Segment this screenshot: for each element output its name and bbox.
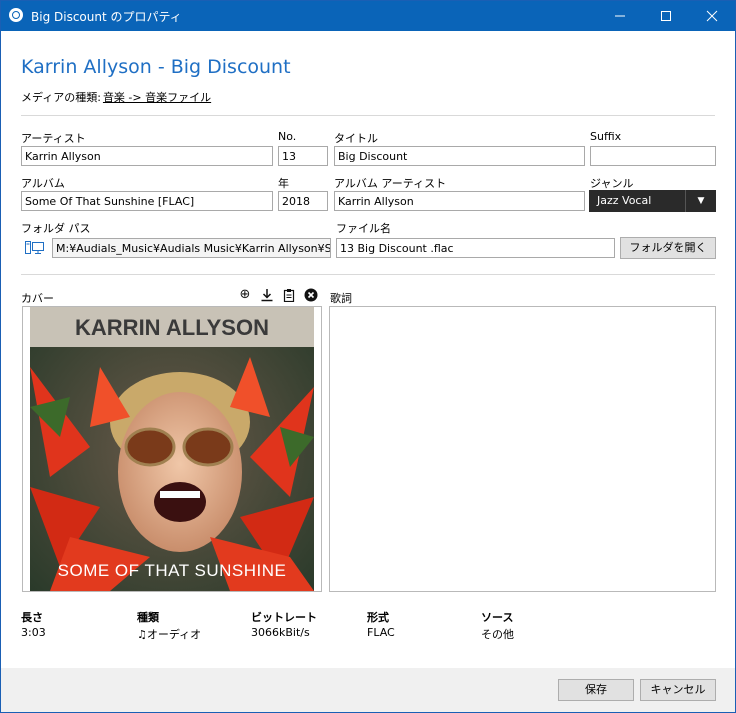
cover-album-text: SOME OF THAT SUNSHINE bbox=[58, 561, 287, 580]
window-title: Big Discount のプロパティ bbox=[31, 10, 182, 24]
folder-path-field[interactable]: M:¥Audials_Music¥Audials Music¥Karrin Al… bbox=[52, 238, 331, 258]
format-label: 形式 bbox=[367, 611, 389, 624]
artist-field[interactable]: Karrin Allyson bbox=[21, 146, 273, 166]
maximize-icon bbox=[661, 11, 671, 21]
genre-label: ジャンル bbox=[590, 177, 634, 190]
dropdown-arrow-icon: ▼ bbox=[685, 190, 716, 212]
cover-artist-text: KARRIN ALLYSON bbox=[75, 315, 269, 340]
folder-path-label: フォルダ パス bbox=[21, 222, 91, 235]
title-label: タイトル bbox=[334, 132, 378, 145]
close-button[interactable] bbox=[689, 1, 735, 31]
album-artist-field[interactable]: Karrin Allyson bbox=[334, 191, 585, 211]
properties-window: Big Discount のプロパティ Karrin Allyson - Big… bbox=[0, 0, 736, 713]
minimize-button[interactable] bbox=[597, 1, 643, 31]
bitrate-value: 3066kBit/s bbox=[251, 626, 310, 639]
remove-cover-icon[interactable] bbox=[304, 288, 318, 302]
cover-image: KARRIN ALLYSON SOME OF THAT SUNSHINE bbox=[30, 307, 314, 591]
music-note-icon: ♫ bbox=[137, 628, 147, 641]
filename-label: ファイル名 bbox=[336, 222, 391, 235]
filename-field[interactable]: 13 Big Discount .flac bbox=[336, 238, 615, 258]
divider bbox=[21, 274, 715, 275]
album-field[interactable]: Some Of That Sunshine [FLAC] bbox=[21, 191, 273, 211]
minimize-icon bbox=[615, 15, 625, 17]
computer-icon bbox=[25, 241, 44, 254]
album-artist-label: アルバム アーティスト bbox=[334, 177, 447, 190]
clipboard-icon[interactable] bbox=[282, 288, 296, 303]
artist-label: アーティスト bbox=[21, 132, 86, 145]
album-label: アルバム bbox=[21, 177, 65, 190]
maximize-button[interactable] bbox=[643, 1, 689, 31]
media-type: メディアの種類: 音楽 -> 音楽ファイル bbox=[21, 89, 211, 105]
source-value: その他 bbox=[481, 628, 514, 641]
genre-dropdown[interactable]: Jazz Vocal ▼ bbox=[589, 190, 716, 212]
title-field[interactable]: Big Discount bbox=[334, 146, 585, 166]
source-label: ソース bbox=[481, 611, 514, 624]
suffix-label: Suffix bbox=[590, 130, 622, 143]
add-cover-icon[interactable]: ⊕ bbox=[238, 288, 252, 302]
suffix-field[interactable] bbox=[590, 146, 716, 166]
lyrics-label: 歌詞 bbox=[330, 292, 352, 305]
download-icon[interactable] bbox=[260, 288, 274, 302]
media-type-link[interactable]: 音楽 -> 音楽ファイル bbox=[103, 91, 211, 104]
bitrate-label: ビットレート bbox=[251, 611, 317, 624]
app-icon bbox=[9, 8, 23, 22]
cover-label: カバー bbox=[21, 292, 54, 305]
year-label: 年 bbox=[278, 177, 289, 190]
type-label: 種類 bbox=[137, 611, 159, 624]
open-folder-button[interactable]: フォルダを開く bbox=[620, 237, 716, 259]
track-number-field[interactable]: 13 bbox=[278, 146, 328, 166]
close-icon bbox=[706, 10, 718, 22]
dialog-footer: 保存 キャンセル bbox=[1, 668, 735, 712]
media-type-label: メディアの種類: bbox=[21, 91, 101, 104]
year-field[interactable]: 2018 bbox=[278, 191, 328, 211]
title-bar[interactable]: Big Discount のプロパティ bbox=[1, 1, 735, 31]
divider bbox=[21, 115, 715, 116]
lyrics-textarea[interactable] bbox=[329, 306, 716, 592]
format-value: FLAC bbox=[367, 626, 395, 639]
length-label: 長さ bbox=[21, 611, 43, 624]
type-value: ♫オーディオ bbox=[137, 628, 202, 641]
save-button[interactable]: 保存 bbox=[558, 679, 634, 701]
cancel-button[interactable]: キャンセル bbox=[640, 679, 716, 701]
page-title: Karrin Allyson - Big Discount bbox=[21, 56, 291, 78]
track-number-label: No. bbox=[278, 130, 297, 143]
length-value: 3:03 bbox=[21, 626, 46, 639]
genre-value: Jazz Vocal bbox=[597, 194, 652, 207]
